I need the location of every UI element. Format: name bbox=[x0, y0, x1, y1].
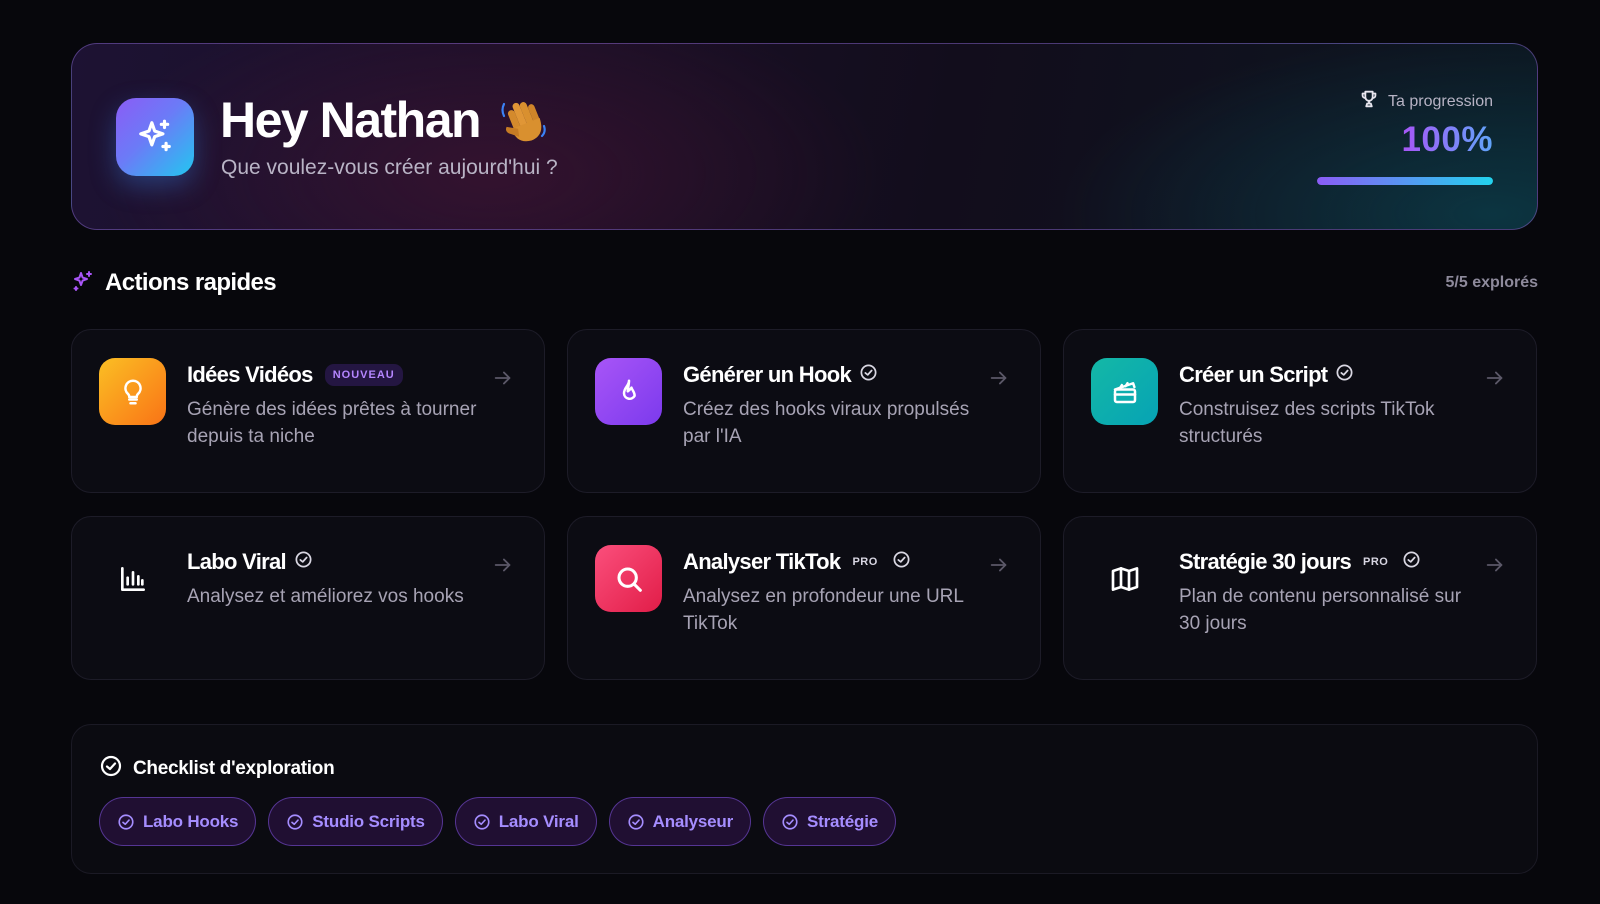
arrow-right-icon bbox=[988, 554, 1010, 581]
chip-label: Studio Scripts bbox=[312, 811, 425, 831]
card-title-row: Labo Viral bbox=[187, 547, 488, 577]
chip-label: Stratégie bbox=[807, 811, 878, 831]
card-title-row: Générer un Hook bbox=[683, 360, 984, 390]
card-description: Construisez des scripts TikTok structuré… bbox=[1179, 399, 1435, 447]
check-circle-icon bbox=[628, 813, 644, 830]
arrow-right-icon bbox=[492, 554, 514, 581]
chip-analyseur[interactable]: Analyseur bbox=[608, 797, 752, 846]
pro-badge: PRO bbox=[1363, 556, 1389, 568]
arrow-right-icon bbox=[988, 367, 1010, 394]
check-circle-icon bbox=[892, 550, 911, 574]
quick-actions-header: Actions rapides 5/5 explorés bbox=[71, 268, 1538, 298]
checklist-title: Checklist d'exploration bbox=[133, 758, 335, 779]
action-card-creer-script[interactable]: Créer un Script Construisez des scripts … bbox=[1063, 329, 1537, 493]
chip-labo-hooks[interactable]: Labo Hooks bbox=[99, 797, 257, 846]
greeting-text: Hey Nathan bbox=[220, 92, 482, 148]
card-title-row: Analyser TikTok PRO bbox=[683, 547, 984, 577]
progress-value: 100% bbox=[1401, 120, 1493, 159]
explored-count: 5/5 explorés bbox=[1445, 274, 1539, 291]
card-description: Analysez et améliorez vos hooks bbox=[187, 586, 464, 607]
card-description: Plan de contenu personnalisé sur 30 jour… bbox=[1179, 586, 1462, 634]
welcome-banner: Hey Nathan Que voulez-vous créer aujourd… bbox=[71, 43, 1538, 230]
action-card-analyser-tiktok[interactable]: Analyser TikTok PRO Analysez en profonde… bbox=[567, 516, 1041, 680]
sparkles-icon bbox=[71, 269, 95, 298]
search-icon bbox=[595, 545, 662, 612]
card-description: Analysez en profondeur une URL TikTok bbox=[683, 586, 964, 634]
chip-studio-scripts[interactable]: Studio Scripts bbox=[268, 797, 443, 846]
chip-labo-viral[interactable]: Labo Viral bbox=[454, 797, 597, 846]
check-circle-icon bbox=[118, 813, 134, 830]
card-title: Labo Viral bbox=[187, 549, 287, 574]
chip-label: Labo Viral bbox=[498, 811, 579, 831]
action-card-strategie-30-jours[interactable]: Stratégie 30 jours PRO Plan de contenu p… bbox=[1063, 516, 1537, 680]
exploration-checklist: Checklist d'exploration Labo Hooks Studi… bbox=[71, 724, 1538, 874]
check-circle-icon bbox=[1402, 550, 1421, 574]
quick-actions-grid: Idées Vidéos NOUVEAU Génère des idées pr… bbox=[71, 329, 1538, 680]
new-badge: NOUVEAU bbox=[324, 364, 403, 386]
card-description: Génère des idées prêtes à tourner depuis… bbox=[187, 399, 477, 447]
waving-hand-icon bbox=[498, 94, 550, 146]
card-title: Créer un Script bbox=[1179, 362, 1328, 387]
check-circle-icon bbox=[99, 754, 123, 784]
clapperboard-icon bbox=[1091, 358, 1158, 425]
card-description: Créez des hooks viraux propulsés par l'I… bbox=[683, 399, 970, 447]
progress-bar-fill bbox=[1317, 177, 1493, 185]
chip-strategie[interactable]: Stratégie bbox=[763, 797, 896, 846]
chip-label: Labo Hooks bbox=[143, 811, 239, 831]
card-body: Idées Vidéos NOUVEAU Génère des idées pr… bbox=[187, 360, 488, 450]
progress-label: Ta progression bbox=[1358, 88, 1493, 115]
card-body: Analyser TikTok PRO Analysez en profonde… bbox=[683, 547, 984, 637]
arrow-right-icon bbox=[492, 367, 514, 394]
card-title: Idées Vidéos bbox=[187, 362, 313, 387]
card-title: Générer un Hook bbox=[683, 362, 852, 387]
card-body: Stratégie 30 jours PRO Plan de contenu p… bbox=[1179, 547, 1480, 637]
map-icon bbox=[1091, 545, 1158, 612]
card-body: Générer un Hook Créez des hooks viraux p… bbox=[683, 360, 984, 450]
pro-badge: PRO bbox=[852, 556, 878, 568]
lightbulb-icon bbox=[99, 358, 166, 425]
action-card-generer-hook[interactable]: Générer un Hook Créez des hooks viraux p… bbox=[567, 329, 1041, 493]
card-body: Labo Viral Analysez et améliorez vos hoo… bbox=[187, 547, 488, 610]
check-circle-icon bbox=[474, 813, 490, 830]
check-circle-icon bbox=[1335, 363, 1354, 387]
progress-label-text: Ta progression bbox=[1388, 92, 1493, 110]
card-title: Stratégie 30 jours bbox=[1179, 549, 1352, 574]
checklist-chips: Labo Hooks Studio Scripts Labo Viral Ana… bbox=[99, 797, 896, 846]
check-circle-icon bbox=[859, 363, 878, 387]
checklist-header: Checklist d'exploration bbox=[99, 754, 335, 784]
card-title-row: Stratégie 30 jours PRO bbox=[1179, 547, 1480, 577]
check-circle-icon bbox=[287, 813, 303, 830]
card-title: Analyser TikTok bbox=[683, 549, 841, 574]
arrow-right-icon bbox=[1484, 367, 1506, 394]
trophy-icon bbox=[1358, 88, 1380, 115]
card-title-row: Créer un Script bbox=[1179, 360, 1480, 390]
check-circle-icon bbox=[294, 550, 313, 574]
card-body: Créer un Script Construisez des scripts … bbox=[1179, 360, 1480, 450]
arrow-right-icon bbox=[1484, 554, 1506, 581]
action-card-idees-videos[interactable]: Idées Vidéos NOUVEAU Génère des idées pr… bbox=[71, 329, 545, 493]
action-card-labo-viral[interactable]: Labo Viral Analysez et améliorez vos hoo… bbox=[71, 516, 545, 680]
sparkles-logo-icon bbox=[116, 98, 194, 176]
check-circle-icon bbox=[782, 813, 798, 830]
greeting-title: Hey Nathan bbox=[220, 91, 550, 149]
quick-actions-title: Actions rapides bbox=[105, 269, 277, 296]
chip-label: Analyseur bbox=[652, 811, 734, 831]
progress-bar bbox=[1317, 177, 1493, 185]
card-title-row: Idées Vidéos NOUVEAU bbox=[187, 360, 488, 390]
greeting-subtitle: Que voulez-vous créer aujourd'hui ? bbox=[221, 156, 558, 179]
bar-chart-icon bbox=[99, 545, 166, 612]
flame-icon bbox=[595, 358, 662, 425]
